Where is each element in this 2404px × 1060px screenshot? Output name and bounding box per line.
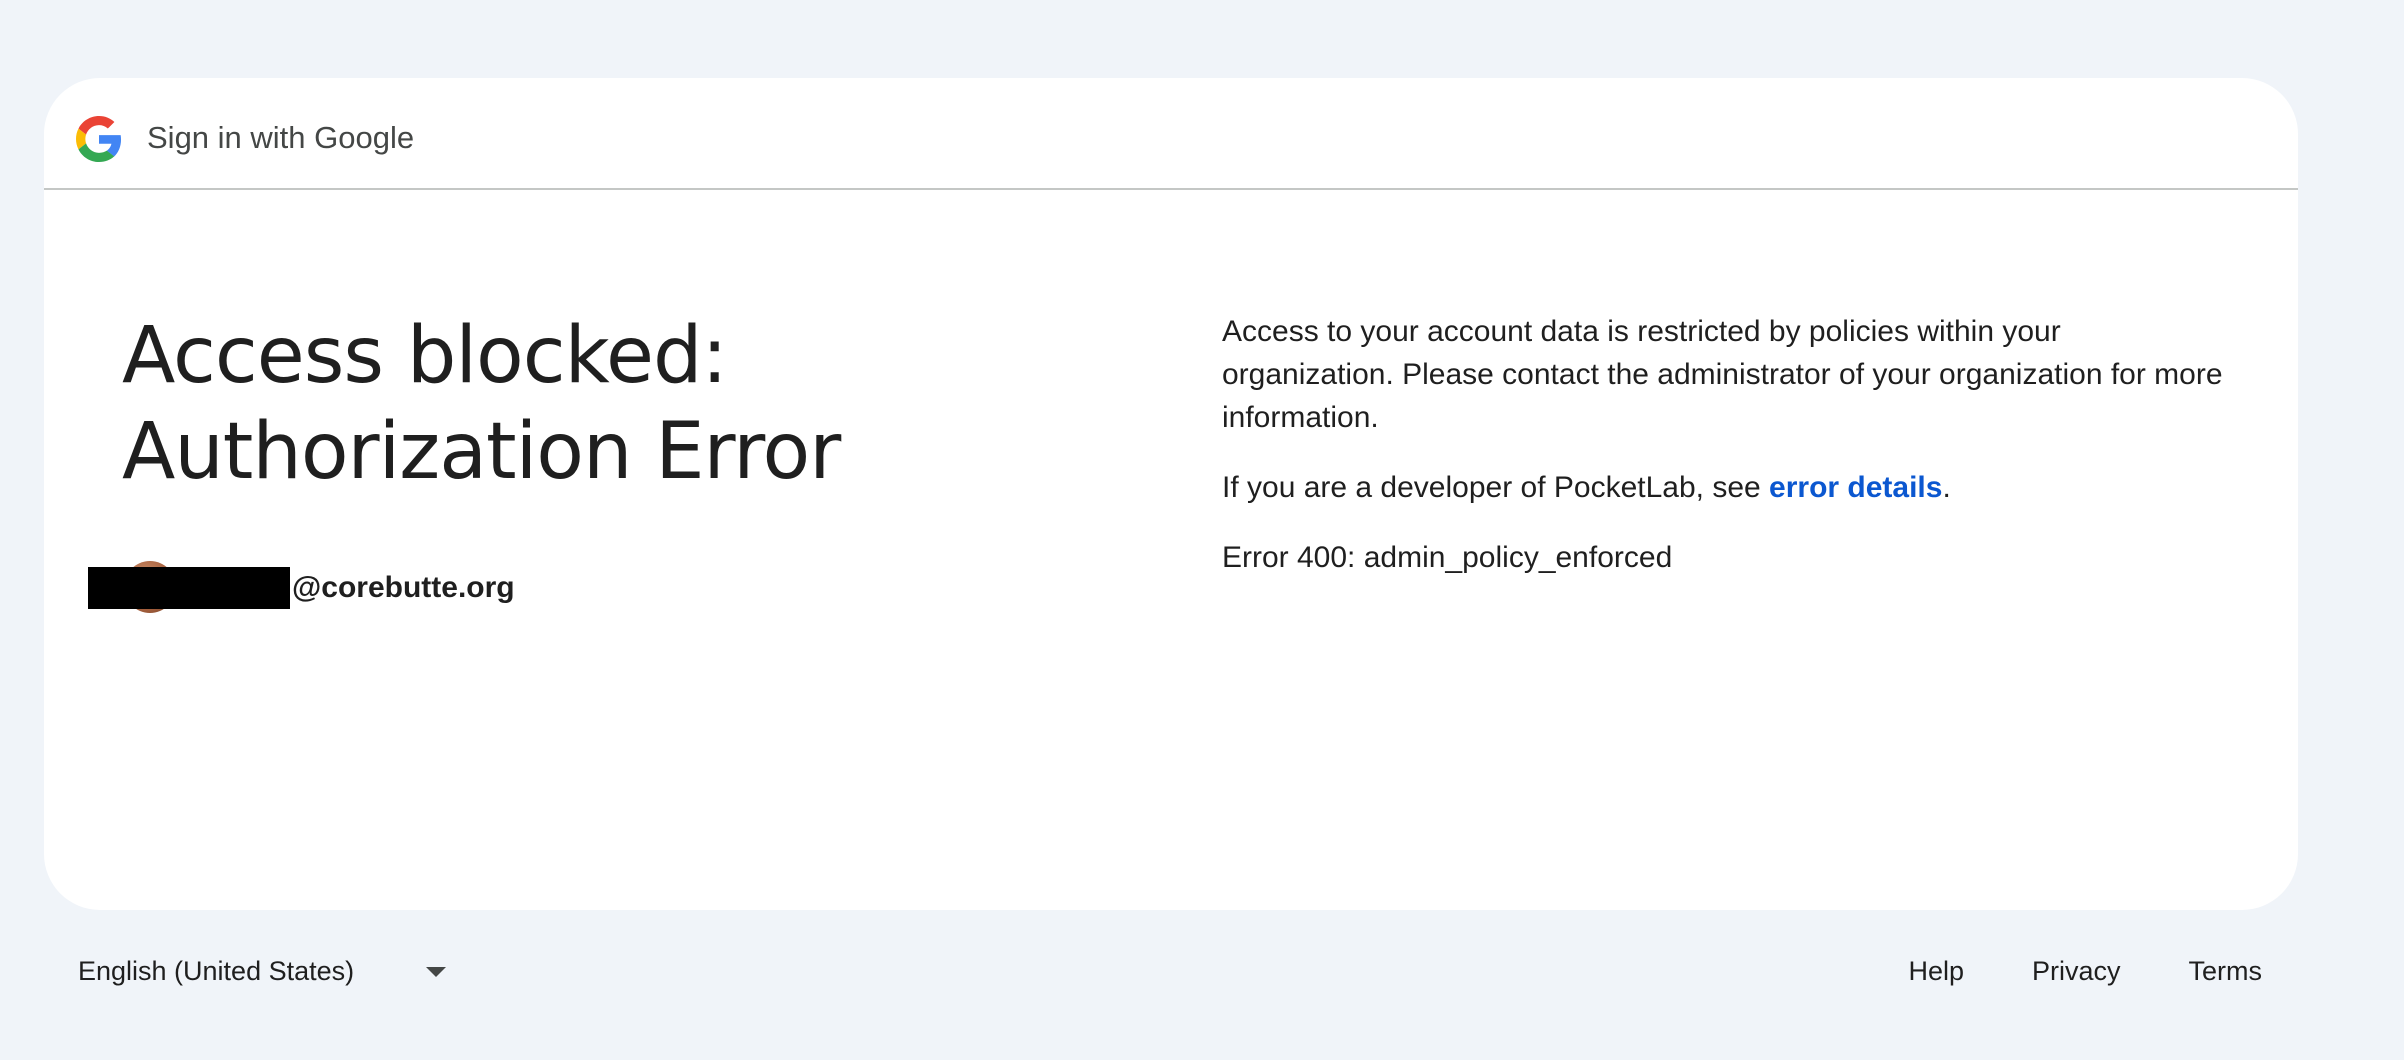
google-g-icon — [76, 116, 122, 162]
error-details-link[interactable]: error details — [1769, 471, 1942, 504]
page-title-line-1: Access blocked: — [122, 311, 728, 401]
chevron-down-icon — [426, 966, 447, 977]
developer-message: If you are a developer of PocketLab, see… — [1222, 466, 2232, 509]
message-pane: Access to your account data is restricte… — [1222, 310, 2232, 606]
terms-link[interactable]: Terms — [2189, 956, 2263, 987]
page-title: Access blocked: Authorization Error — [122, 308, 1122, 500]
footer: English (United States) Help Privacy Ter… — [0, 956, 2404, 1002]
developer-message-suffix: . — [1942, 471, 1951, 504]
auth-error-card: Sign in with Google Access blocked: Auth… — [44, 78, 2298, 910]
account-chip: @corebutte.org — [88, 556, 515, 620]
account-email: @corebutte.org — [292, 571, 515, 604]
help-link[interactable]: Help — [1908, 956, 1964, 987]
left-pane: Access blocked: Authorization Error — [122, 308, 1122, 500]
header-title: Sign in with Google — [147, 120, 415, 155]
language-select[interactable]: English (United States) — [78, 956, 447, 987]
page-title-line-2: Authorization Error — [122, 407, 841, 497]
card-header: Sign in with Google — [44, 78, 2298, 190]
avatar — [88, 561, 290, 613]
developer-message-prefix: If you are a developer of PocketLab, see — [1222, 471, 1770, 504]
footer-links: Help Privacy Terms — [1908, 956, 2262, 987]
language-select-value: English (United States) — [78, 956, 355, 986]
restriction-message: Access to your account data is restricte… — [1222, 315, 2223, 434]
error-code: Error 400: admin_policy_enforced — [1222, 541, 1673, 574]
redacted-username — [88, 567, 290, 609]
privacy-link[interactable]: Privacy — [2032, 956, 2121, 987]
